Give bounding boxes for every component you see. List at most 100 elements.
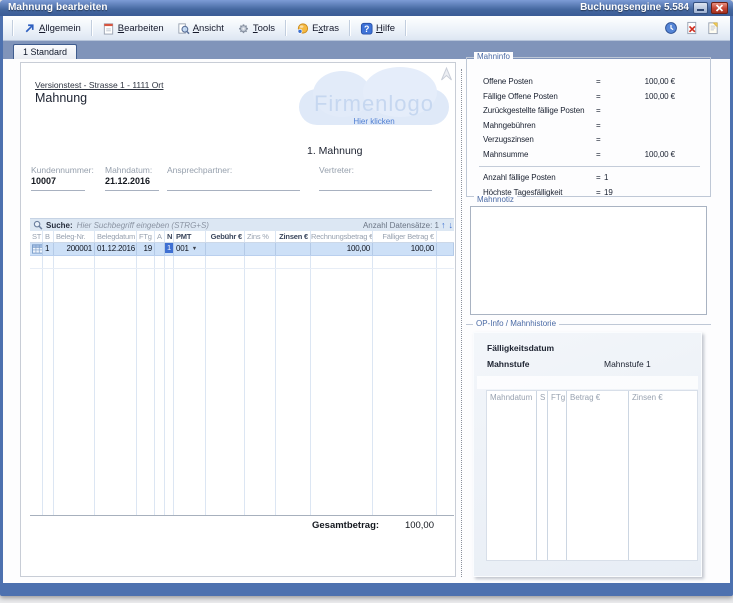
cell-zinsen	[276, 243, 311, 255]
dropdown-icon[interactable]: ▼	[192, 246, 197, 252]
logo-click-hint[interactable]: Hier klicken	[293, 117, 455, 126]
mahninfo-legend: Mahninfo	[474, 52, 513, 61]
col-header-st[interactable]: ST	[30, 231, 43, 242]
hist-col-betrag: Betrag €	[567, 391, 629, 404]
table-empty-area	[30, 269, 454, 516]
mahninfo-row: Mahngebühren=	[467, 119, 710, 134]
mahninfo-row: Verzugszinsen=	[467, 133, 710, 148]
mahnnotiz-textarea[interactable]	[470, 206, 707, 315]
history-table: Mahndatum S FTg Betrag € Zinsen €	[486, 390, 698, 561]
opinfo-inner-panel: Fälligkeitsdatum Mahnstufe Mahnstufe 1 M…	[473, 332, 702, 577]
customer-address-link[interactable]: Versionstest - Strasse 1 - 1111 Ort	[35, 80, 164, 90]
col-header-n[interactable]: N	[165, 231, 174, 242]
panel-separator	[461, 69, 462, 577]
clock-icon[interactable]	[664, 21, 678, 35]
sort-up-icon[interactable]: ↑	[441, 221, 447, 230]
toolbar-item-ansicht[interactable]: Ansicht	[172, 20, 229, 37]
opinfo-separator-strip	[477, 376, 698, 389]
kundennummer-input[interactable]: 10007	[31, 176, 85, 191]
document-title: Mahnung	[35, 91, 87, 105]
toolbar-label: Tools	[253, 23, 275, 34]
toolbar-item-extras[interactable]: Extras	[291, 20, 344, 37]
arrow-ne-icon	[23, 22, 36, 35]
minimize-button[interactable]	[693, 2, 708, 14]
mahninfo-stat-row: Anzahl fällige Posten=1	[467, 171, 710, 186]
cell-ftg: 19	[137, 243, 155, 255]
toolbar-grip	[12, 20, 13, 36]
minimize-icon	[697, 9, 704, 11]
level-label: Mahnstufe	[487, 359, 530, 369]
toolbar-right-group	[664, 21, 723, 35]
history-empty-body	[487, 404, 697, 560]
cell-rechnungsbetrag: 100,00	[311, 243, 373, 255]
col-header-rechnungsbetrag[interactable]: Rechnungsbetrag €	[311, 231, 373, 242]
search-input[interactable]: Hier Suchbegriff eingeben (STRG+S)	[77, 221, 209, 230]
app-window: Mahnung bearbeiten Buchungsengine 5.584 …	[0, 0, 733, 596]
col-header-b[interactable]: B	[43, 231, 54, 242]
col-header-belegdatum[interactable]: Belegdatum	[95, 231, 137, 242]
tab-standard[interactable]: 1 Standard	[13, 44, 77, 59]
toolbar-separator	[349, 20, 350, 36]
sort-down-icon[interactable]: ↓	[449, 221, 455, 230]
field-ansprechpartner: Ansprechpartner:	[167, 165, 300, 191]
mahndatum-input[interactable]: 21.12.2016	[105, 176, 159, 191]
search-bar: Suche: Hier Suchbegriff eingeben (STRG+S…	[30, 218, 454, 231]
mahninfo-row: Fällige Offene Posten=100,00 €	[467, 90, 710, 105]
field-label: Ansprechpartner:	[167, 165, 300, 175]
mahninfo-row: Mahnsumme=100,00 €	[467, 148, 710, 163]
cell-beleg-nr: 200001	[54, 243, 95, 255]
search-icon	[33, 220, 43, 231]
field-label: Mahndatum:	[105, 165, 159, 175]
note-icon[interactable]	[706, 21, 720, 35]
col-header-zinsen[interactable]: Zinsen €	[276, 231, 311, 242]
cell-pmt[interactable]: 001▼	[174, 243, 206, 255]
field-label: Vertreter:	[319, 165, 432, 175]
vertreter-input[interactable]	[319, 176, 432, 191]
toolbar-separator	[91, 20, 92, 36]
col-header-zins-pct[interactable]: Zins %	[245, 231, 276, 242]
hist-col-ftg: FTg	[548, 391, 567, 404]
document-paper: Versionstest - Strasse 1 - 1111 Ort Mahn…	[20, 62, 456, 577]
mahnnotiz-panel: Mahnnotiz	[470, 196, 708, 316]
hist-col-s: S	[537, 391, 548, 404]
col-header-a[interactable]: A	[155, 231, 165, 242]
toolbar-item-bearbeiten[interactable]: Bearbeiten	[97, 20, 169, 37]
hist-col-mahndatum: Mahndatum	[487, 391, 537, 404]
ansprechpartner-input[interactable]	[167, 176, 300, 191]
cell-n: 1	[165, 243, 174, 255]
search-label: Suche:	[46, 221, 73, 230]
col-header-ftg[interactable]: FTg	[137, 231, 155, 242]
toolbar-label: Ansicht	[193, 23, 224, 34]
help-icon: ?	[360, 22, 373, 35]
cell-zins-pct	[245, 243, 276, 255]
cell-a	[155, 243, 165, 255]
due-date-label: Fälligkeitsdatum	[487, 343, 554, 353]
app-version: Buchungsengine 5.584	[580, 2, 689, 13]
total-label: Gesamtbetrag:	[312, 520, 379, 531]
mahninfo-row: Offene Posten=100,00 €	[467, 75, 710, 90]
col-header-beleg-nr[interactable]: Beleg-Nr.	[54, 231, 95, 242]
content-area: Versionstest - Strasse 1 - 1111 Ort Mahn…	[3, 59, 730, 583]
logo-placeholder-text: Firmenlogo	[293, 91, 455, 117]
toolbar-item-hilfe[interactable]: ? Hilfe	[355, 20, 400, 37]
level-value: Mahnstufe 1	[604, 359, 651, 369]
table-empty-row	[30, 256, 454, 269]
toolbar-label: Extras	[312, 23, 339, 34]
toolbar: Allgemein Bearbeiten Ansicht Tools Extra…	[3, 16, 730, 41]
toolbar-item-tools[interactable]: Tools	[232, 20, 280, 37]
toolbar-item-allgemein[interactable]: Allgemein	[18, 20, 86, 37]
total-row: Gesamtbetrag: 100,00	[30, 519, 454, 535]
delete-icon[interactable]	[685, 21, 699, 35]
col-header-faelliger-betrag[interactable]: Fälliger Betrag €	[373, 231, 437, 242]
table-row-selected[interactable]: 1 200001 01.12.2016 19 1 001▼ 100,00 100…	[30, 243, 454, 256]
toolbar-label: Bearbeiten	[118, 23, 164, 34]
close-button[interactable]	[711, 2, 728, 14]
col-header-pmt[interactable]: PMT	[174, 231, 206, 242]
n-flag-badge: 1	[165, 243, 173, 253]
col-header-gebuehr[interactable]: Gebühr €	[206, 231, 245, 242]
toolbar-separator	[405, 20, 406, 36]
toolbar-label: Allgemein	[39, 23, 81, 34]
company-logo-placeholder[interactable]: Firmenlogo Hier klicken	[293, 69, 455, 131]
mahnnotiz-legend: Mahnnotiz	[474, 195, 517, 204]
gear-icon	[237, 22, 250, 35]
